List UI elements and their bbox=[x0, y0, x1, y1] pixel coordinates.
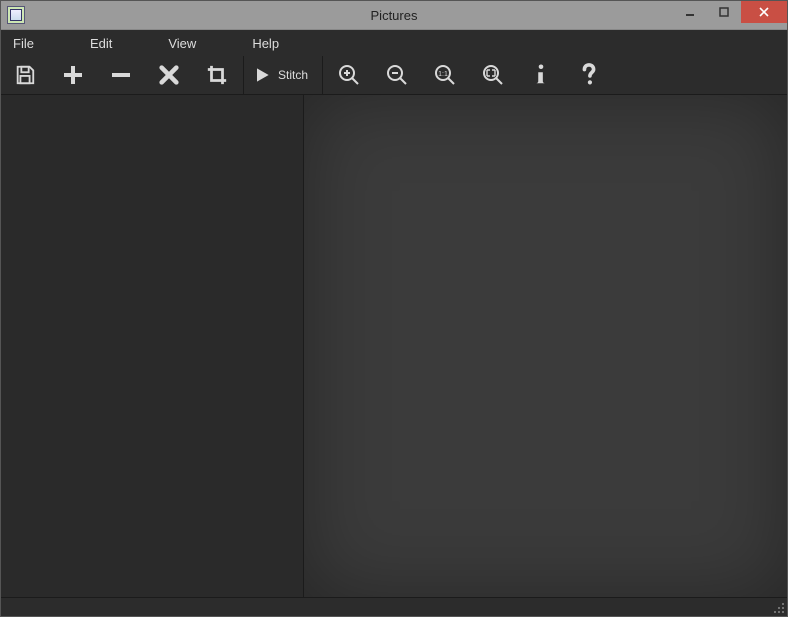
close-icon bbox=[758, 6, 770, 18]
svg-text:1:1: 1:1 bbox=[438, 71, 448, 78]
tool-group-zoom: 1:1 bbox=[325, 56, 517, 94]
close-button[interactable] bbox=[741, 1, 787, 23]
stitch-label: Stitch bbox=[278, 68, 308, 82]
add-button[interactable] bbox=[49, 56, 97, 94]
minimize-icon bbox=[685, 7, 695, 17]
save-icon bbox=[14, 64, 36, 86]
save-button[interactable] bbox=[1, 56, 49, 94]
minimize-button[interactable] bbox=[673, 1, 707, 23]
delete-button[interactable] bbox=[145, 56, 193, 94]
window-controls bbox=[673, 1, 787, 23]
title-bar: Pictures bbox=[1, 1, 787, 30]
menu-edit[interactable]: Edit bbox=[84, 33, 118, 54]
zoom-in-icon bbox=[337, 63, 361, 87]
zoom-in-button[interactable] bbox=[325, 56, 373, 94]
stitch-button[interactable]: Stitch bbox=[246, 56, 320, 94]
maximize-icon bbox=[719, 7, 729, 17]
canvas-area[interactable] bbox=[304, 95, 787, 597]
crop-icon bbox=[206, 64, 228, 86]
tool-group-info bbox=[517, 56, 613, 94]
toolbar: Stitch bbox=[1, 56, 787, 95]
plus-icon bbox=[61, 63, 85, 87]
menu-file[interactable]: File bbox=[7, 33, 40, 54]
side-panel[interactable] bbox=[1, 95, 304, 597]
info-button[interactable] bbox=[517, 56, 565, 94]
tool-group-file bbox=[1, 56, 241, 94]
tool-group-action: Stitch bbox=[246, 56, 320, 94]
main-area bbox=[1, 95, 787, 597]
menu-bar: File Edit View Help bbox=[1, 30, 787, 56]
resize-grip-icon bbox=[773, 602, 785, 614]
window-title: Pictures bbox=[1, 8, 787, 23]
maximize-button[interactable] bbox=[707, 1, 741, 23]
status-bar bbox=[1, 597, 787, 616]
menu-view[interactable]: View bbox=[162, 33, 202, 54]
info-icon bbox=[530, 62, 552, 88]
help-button[interactable] bbox=[565, 56, 613, 94]
crop-button[interactable] bbox=[193, 56, 241, 94]
zoom-1to1-button[interactable]: 1:1 bbox=[421, 56, 469, 94]
app-window: Pictures File Edit View Help bbox=[0, 0, 788, 617]
play-icon bbox=[252, 65, 272, 85]
zoom-1to1-icon: 1:1 bbox=[433, 63, 457, 87]
app-icon bbox=[7, 6, 25, 24]
zoom-fit-button[interactable] bbox=[469, 56, 517, 94]
zoom-fit-icon bbox=[481, 63, 505, 87]
resize-grip[interactable] bbox=[771, 600, 785, 614]
remove-button[interactable] bbox=[97, 56, 145, 94]
zoom-out-icon bbox=[385, 63, 409, 87]
toolbar-separator bbox=[322, 56, 323, 94]
menu-help[interactable]: Help bbox=[246, 33, 285, 54]
toolbar-separator bbox=[243, 56, 244, 94]
minus-icon bbox=[109, 63, 133, 87]
question-icon bbox=[578, 62, 600, 88]
zoom-out-button[interactable] bbox=[373, 56, 421, 94]
x-icon bbox=[158, 64, 180, 86]
